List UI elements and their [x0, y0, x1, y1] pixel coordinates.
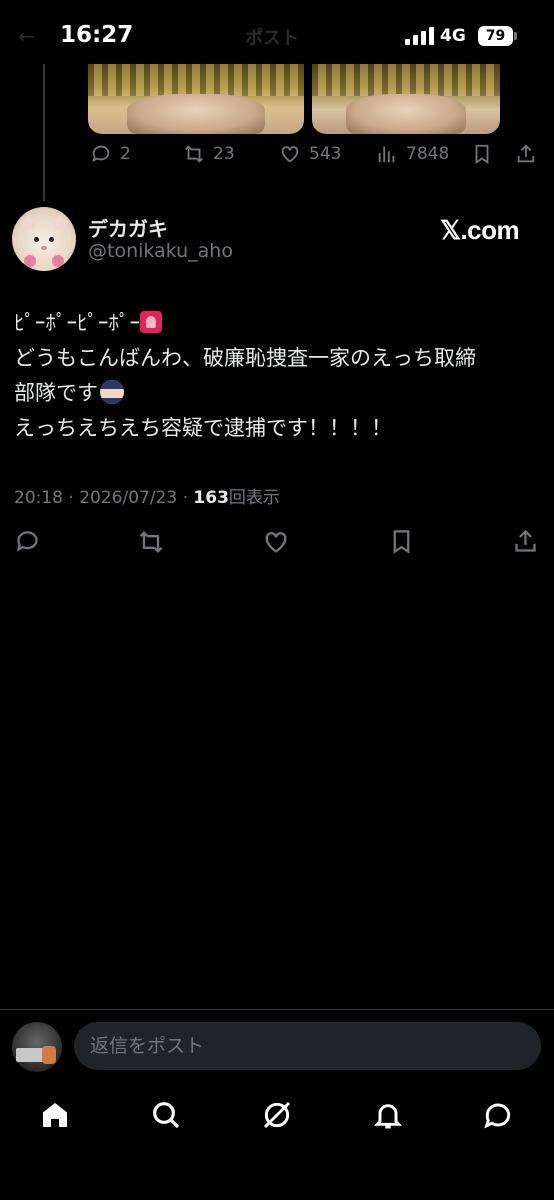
reply-button[interactable] — [14, 528, 41, 555]
avatar[interactable] — [12, 207, 76, 271]
avatar-detail — [34, 237, 39, 242]
media-detail — [312, 64, 500, 96]
nav-home[interactable] — [38, 1098, 72, 1132]
grok-icon — [263, 1101, 291, 1129]
chat-icon — [484, 1103, 511, 1129]
post-text-line: ﾋﾟｰﾎﾟｰﾋﾟｰﾎﾟｰ — [14, 306, 544, 341]
bell-icon — [373, 1104, 403, 1129]
heart-icon — [281, 146, 299, 163]
views-count: 163 — [193, 488, 229, 508]
bookmark-button[interactable] — [471, 143, 493, 165]
home-icon — [43, 1103, 67, 1127]
post-timestamp[interactable]: 20:18 · 2026/07/23 · — [14, 488, 193, 508]
media-detail — [126, 94, 266, 134]
post-text: ﾋﾟｰﾎﾟｰﾋﾟｰﾎﾟｰ どうもこんばんわ、破廉恥捜査一家のえっち取締 部隊です… — [14, 306, 544, 446]
x-com-logo: 𝕏.com — [440, 215, 520, 245]
back-arrow-icon[interactable]: ← — [18, 24, 35, 48]
signal-icon — [405, 27, 434, 45]
like-count: 543 — [309, 144, 342, 164]
post-text-segment: ﾋﾟｰﾎﾟｰﾋﾟｰﾎﾟｰ — [14, 311, 140, 335]
view-count: 7848 — [406, 144, 450, 164]
siren-icon — [140, 311, 162, 333]
heart-icon — [265, 532, 287, 553]
nav-search[interactable] — [149, 1098, 183, 1132]
share-icon — [515, 529, 536, 552]
user-handle[interactable]: @tonikaku_aho — [88, 240, 233, 262]
reply-button[interactable]: 2 — [90, 143, 131, 165]
nav-notifications[interactable] — [371, 1098, 405, 1132]
post-text-line: どうもこんばんわ、破廉恥捜査一家のえっち取締 — [14, 346, 476, 370]
retweet-count: 23 — [213, 144, 235, 164]
police-officer-icon — [100, 380, 124, 404]
avatar-detail — [52, 216, 66, 230]
nav-grok[interactable] — [260, 1098, 294, 1132]
post-actions — [0, 528, 554, 558]
media-image[interactable] — [312, 64, 500, 134]
post-text-line: 部隊です — [14, 376, 544, 411]
share-icon — [517, 144, 535, 163]
reply-count: 2 — [120, 144, 131, 164]
views-button[interactable]: 7848 — [376, 143, 449, 165]
status-time: 16:27 — [60, 22, 134, 48]
post-meta: 20:18 · 2026/07/23 · 163回表示 — [14, 483, 280, 508]
avatar-detail — [49, 237, 54, 242]
avatar-detail — [52, 255, 64, 267]
avatar-detail — [22, 216, 36, 230]
bookmark-button[interactable] — [388, 528, 415, 555]
media-image[interactable] — [88, 64, 304, 134]
my-avatar[interactable] — [12, 1022, 62, 1072]
share-button[interactable] — [515, 143, 537, 165]
retweet-icon — [185, 145, 203, 163]
battery-icon: 79 — [478, 26, 513, 46]
reply-icon — [16, 531, 38, 552]
display-name[interactable]: デカガキ — [88, 213, 168, 242]
reply-icon — [92, 145, 110, 163]
avatar-detail — [24, 255, 36, 267]
bookmark-icon — [475, 144, 489, 164]
post-text-line: えっちえちえち容疑で逮捕です！！！！ — [14, 416, 392, 440]
nav-messages[interactable] — [481, 1098, 515, 1132]
media-detail — [345, 94, 467, 134]
page-title: ポスト — [245, 28, 299, 49]
analytics-icon — [378, 146, 395, 163]
like-button[interactable] — [262, 528, 290, 556]
battery-tip — [514, 32, 517, 40]
search-icon — [153, 1102, 180, 1129]
retweet-button[interactable]: 23 — [183, 143, 235, 165]
avatar-detail — [41, 246, 47, 250]
network-type: 4G — [440, 26, 466, 46]
retweet-icon — [139, 531, 163, 553]
status-bar: ← 16:27 ポスト 4G 79 — [0, 0, 554, 70]
share-button[interactable] — [512, 528, 539, 555]
media-detail — [88, 64, 304, 96]
previous-post-actions: 2 23 543 7848 — [0, 143, 554, 173]
bookmark-icon — [393, 530, 410, 554]
like-button[interactable]: 543 — [279, 143, 341, 165]
retweet-button[interactable] — [137, 528, 165, 556]
thread-line — [43, 64, 45, 201]
reply-input[interactable] — [74, 1022, 541, 1070]
post-text-segment: 部隊です — [14, 381, 98, 405]
views-label: 回表示 — [228, 488, 280, 508]
divider — [0, 1009, 554, 1010]
